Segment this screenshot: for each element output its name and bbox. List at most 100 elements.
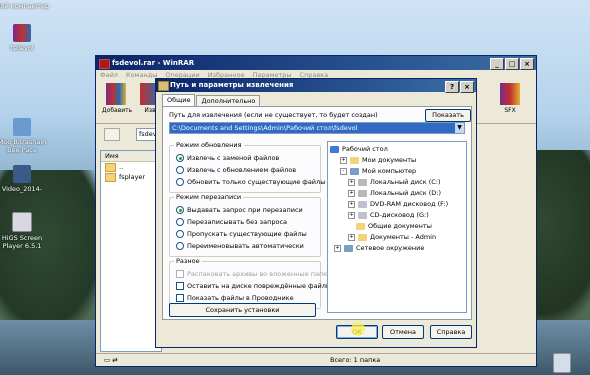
checkbox-extract-subfolders[interactable]: Распаковать архивы во вложенные папки [176, 270, 331, 278]
desktop-icon-bitrashain[interactable]: Moo Bitrashain Bee Pace [0, 118, 52, 154]
desktop-icon-label: Video_2014- [1, 185, 43, 193]
radio-selected [176, 206, 184, 214]
misc-group: Разное Распаковать архивы во вложенные п… [169, 257, 331, 309]
checkbox-unchecked [176, 294, 184, 302]
radio-extract-replace[interactable]: Извлечь с заменой файлов [176, 154, 279, 162]
expand-icon[interactable]: + [348, 189, 355, 197]
tree-label: Общие документы [368, 222, 432, 230]
up-folder-button[interactable] [104, 128, 120, 141]
desktop-icon-label: HiGS Screen Player 6.5.1 [1, 234, 43, 250]
tree-item-drive-g[interactable]: + CD-дисковод (G:) [348, 211, 429, 219]
dialog-footer: ОК Отмена Справка [156, 325, 476, 345]
expand-icon[interactable]: + [348, 211, 355, 219]
file-row-fsplayer[interactable]: fsplayer [101, 172, 161, 182]
show-button[interactable]: Показать [425, 109, 471, 122]
winrar-app-icon [99, 59, 110, 69]
video-file-icon [13, 165, 31, 183]
hard-drive-icon [358, 178, 367, 186]
desktop-icon-fsdevol[interactable]: fsdevol [0, 24, 52, 52]
extract-path-input[interactable]: C:\Documents and Settings\Admin\Рабочий … [169, 122, 465, 134]
desktop-icon-my-computer[interactable]: Мой компьютер [0, 2, 52, 10]
hard-drive-icon [358, 189, 367, 197]
application-icon [13, 118, 31, 136]
tree-item-desktop[interactable]: Рабочий стол [330, 145, 388, 153]
computer-icon [350, 167, 359, 175]
radio-extract-update[interactable]: Извлечь с обновлением файлов [176, 166, 296, 174]
cancel-button[interactable]: Отмена [382, 325, 424, 339]
expand-icon[interactable]: + [348, 233, 355, 241]
checkbox-show-in-explorer[interactable]: Показать файлы в Проводнике [176, 294, 294, 302]
option-label: Переименовывать автоматически [187, 242, 304, 250]
tree-item-drive-f[interactable]: + DVD-RAM дисковод (F:) [348, 200, 448, 208]
tree-item-my-documents[interactable]: + Мои документы [340, 156, 416, 164]
radio-fresh-existing[interactable]: Обновить только существующие файлы [176, 178, 325, 186]
minimize-button[interactable]: _ [490, 58, 504, 70]
extract-path-value: C:\Documents and Settings\Admin\Рабочий … [172, 124, 358, 132]
add-button[interactable]: Добавить [102, 83, 132, 114]
network-icon [344, 244, 353, 252]
option-label: Извлечь с обновлением файлов [187, 166, 297, 174]
tree-item-shared-documents[interactable]: Общие документы [356, 222, 432, 230]
sfx-label: SFX [504, 107, 516, 114]
path-label: Путь для извлечения (если не существует,… [169, 111, 378, 119]
status-bar: ▭ ⇄ Всего: 1 папка [96, 353, 536, 366]
option-label: Перезаписывать без запроса [187, 218, 288, 226]
folder-icon [350, 156, 359, 164]
tree-label: Рабочий стол [342, 145, 388, 153]
help-title-button[interactable]: ? [445, 81, 459, 93]
overwrite-mode-group: Режим перезаписи Выдавать запрос при пер… [169, 193, 321, 257]
desktop-icon-label: Мой компьютер [0, 2, 50, 10]
extract-dialog: Путь и параметры извлечения ? × Общие До… [155, 78, 477, 348]
expand-icon[interactable]: + [348, 178, 355, 186]
close-dialog-button[interactable]: × [460, 81, 474, 93]
status-text: Всего: 1 папка [330, 356, 381, 364]
option-label: Распаковать архивы во вложенные папки [187, 270, 332, 278]
menu-file[interactable]: Файл [100, 70, 118, 81]
tree-label: CD-дисковод (G:) [370, 211, 429, 219]
radio-unselected [176, 218, 184, 226]
folder-icon [105, 172, 116, 182]
folder-icon [358, 233, 367, 241]
chevron-down-icon[interactable]: ▼ [455, 123, 464, 133]
option-label: Оставить на диске повреждённые файлы [187, 282, 332, 290]
winrar-archive-icon [13, 24, 31, 42]
desktop-icon-video[interactable]: Video_2014- [0, 165, 52, 193]
mouse-cursor-highlight [351, 322, 365, 336]
radio-rename-auto[interactable]: Переименовывать автоматически [176, 242, 304, 250]
tree-item-drive-c[interactable]: + Локальный диск (C:) [348, 178, 441, 186]
winrar-titlebar[interactable]: fsdevol.rar - WinRAR _ □ × [96, 56, 536, 70]
collapse-icon[interactable]: - [340, 167, 347, 175]
file-row-parent[interactable]: .. [101, 162, 161, 172]
folder-tree: Рабочий стол + Мои документы - Мой компь… [327, 141, 467, 313]
drive-icon[interactable]: ▭ ⇄ [104, 354, 118, 366]
save-settings-button[interactable]: Сохранить установки [169, 303, 316, 317]
expand-icon[interactable]: + [340, 156, 347, 164]
tab-general[interactable]: Общие [162, 94, 196, 106]
update-mode-title: Режим обновления [174, 141, 244, 149]
checkbox-keep-broken[interactable]: Оставить на диске повреждённые файлы [176, 282, 331, 290]
expand-icon[interactable]: + [334, 244, 341, 252]
radio-overwrite-no-prompt[interactable]: Перезаписывать без запроса [176, 218, 287, 226]
menu-commands[interactable]: Команды [126, 70, 157, 81]
radio-unselected [176, 166, 184, 174]
column-name-header[interactable]: Имя [101, 151, 161, 162]
tree-item-my-computer[interactable]: - Мой компьютер [340, 167, 416, 175]
help-button[interactable]: Справка [430, 325, 472, 339]
dialog-titlebar[interactable]: Путь и параметры извлечения ? × [156, 79, 476, 93]
desktop-icon-screen-player[interactable]: HiGS Screen Player 6.5.1 [0, 212, 52, 250]
tree-item-admin-documents[interactable]: + Документы - Admin [348, 233, 436, 241]
tree-item-drive-d[interactable]: + Локальный диск (D:) [348, 189, 441, 197]
close-button[interactable]: × [520, 58, 534, 70]
tab-advanced[interactable]: Дополнительно [196, 95, 261, 106]
radio-ask-overwrite[interactable]: Выдавать запрос при перезаписи [176, 206, 303, 214]
desktop-trees-left [0, 170, 110, 340]
maximize-button[interactable]: □ [505, 58, 519, 70]
recycle-bin-icon[interactable] [553, 353, 571, 373]
tree-item-network[interactable]: + Сетевое окружение [334, 244, 424, 252]
tree-label: DVD-RAM дисковод (F:) [370, 200, 449, 208]
option-label: Показать файлы в Проводнике [187, 294, 294, 302]
sfx-button[interactable]: SFX [496, 83, 524, 114]
expand-icon[interactable]: + [348, 200, 355, 208]
tree-label: Локальный диск (C:) [370, 178, 441, 186]
radio-skip-existing[interactable]: Пропускать существующие файлы [176, 230, 307, 238]
